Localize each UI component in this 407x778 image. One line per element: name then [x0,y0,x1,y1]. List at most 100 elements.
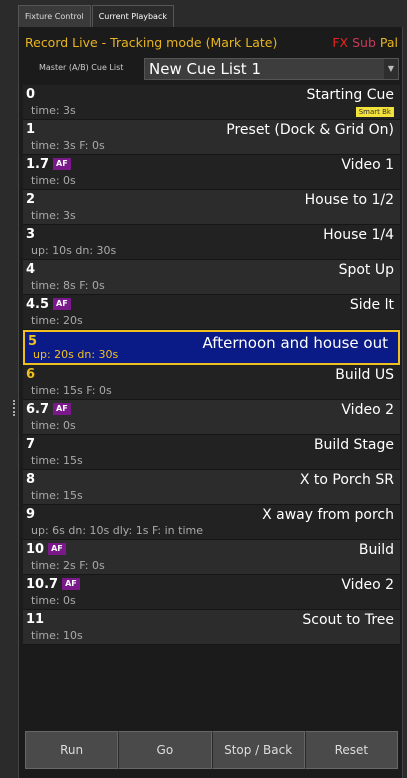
cue-row[interactable]: 9 X away from porch up: 6s dn: 10s dly: 1s… [23,505,400,540]
cue-row[interactable]: 10.7 AF Video 2 time: 0s [23,575,400,610]
cue-time: time: 0s [31,594,76,607]
cue-number-text: 6 [26,367,36,382]
flag-sub: Sub [352,35,376,50]
cue-time: time: 10s [31,629,83,642]
cue-number: 5 [28,334,37,349]
cue-number-text: 5 [28,334,38,349]
cue-list: 0 Starting Cue time: 3s Smart Bk 1 Preset (Do… [23,85,400,645]
cuelist-row: Master (A/B) Cue List New Cue List 1 ▼ [19,57,404,81]
cuelist-dropdown[interactable]: New Cue List 1 ▼ [144,58,399,80]
cue-number: 4 [26,262,35,277]
cue-number-text: 4.5 [26,297,50,312]
cue-time: up: 20s dn: 30s [33,348,119,361]
cue-time: time: 15s [31,454,83,467]
playback-button-bar: Run Go Stop / Back Reset [25,731,398,769]
playback-panel: Record Live - Tracking mode (Mark Late) … [18,27,403,778]
cue-row[interactable]: 6.7 AF Video 2 time: 0s [23,400,400,435]
cue-row[interactable]: 6 Build US time: 15s F: 0s [23,365,400,400]
af-badge: AF [48,543,66,555]
cue-name: House 1/4 [323,227,394,243]
cue-row[interactable]: 11 Scout to Tree time: 10s [23,610,400,645]
cue-number-text: 3 [26,227,36,242]
cue-number-text: 8 [26,472,36,487]
cue-row[interactable]: 2 House to 1/2 time: 3s [23,190,400,225]
cue-number-text: 0 [26,87,36,102]
af-badge: AF [53,403,71,415]
cue-row[interactable]: 0 Starting Cue time: 3s Smart Bk [23,85,400,120]
af-badge: AF [62,578,80,590]
cue-row[interactable]: 4.5 AF Side lt time: 20s [23,295,400,330]
cue-number: 6 [26,367,35,382]
cuelist-label: Master (A/B) Cue List [39,63,124,72]
cue-name: Build Stage [313,437,394,453]
go-button[interactable]: Go [118,731,212,769]
cue-number: 10.7 AF [26,577,80,592]
cue-number: 2 [26,192,35,207]
cue-number: 11 [26,612,44,627]
cue-number: 8 [26,472,35,487]
status-row: Record Live - Tracking mode (Mark Late) … [19,35,404,53]
cue-time: time: 0s [31,174,76,187]
cue-number-text: 1 [26,122,36,137]
cue-number-text: 9 [26,507,36,522]
cue-row[interactable]: 10 AF Build time: 2s F: 0s [23,540,400,575]
cue-row[interactable]: 1 Preset (Dock & Grid On) time: 3s F: 0s [23,120,400,155]
cue-time: time: 8s F: 0s [31,279,105,292]
cue-name: Preset (Dock & Grid On) [226,122,394,138]
record-mode-status: Record Live - Tracking mode (Mark Late) [25,35,278,50]
cue-time: time: 15s [31,489,83,502]
af-badge: AF [53,298,71,310]
cue-name: Video 2 [341,577,394,593]
cue-name: X away from porch [262,507,394,523]
cue-time: up: 6s dn: 10s dly: 1s F: in time [31,524,203,537]
cue-row[interactable]: 4 Spot Up time: 8s F: 0s [23,260,400,295]
splitter-handle[interactable] [13,400,15,416]
cue-number: 6.7 AF [26,402,71,417]
cue-number-text: 2 [26,192,36,207]
cue-row-current[interactable]: 5 Afternoon and house out up: 20s dn: 30s [23,330,400,365]
cue-name: Scout to Tree [302,612,394,628]
cue-name: Spot Up [338,262,394,278]
reset-button[interactable]: Reset [304,731,398,769]
cue-number: 7 [26,437,35,452]
run-button[interactable]: Run [25,731,119,769]
cue-number: 4.5 AF [26,297,71,312]
tab-fixture-control[interactable]: Fixture Control [18,5,91,27]
cue-name: X to Porch SR [299,472,394,488]
cue-name: Build US [335,367,394,383]
cue-number: 1.7 AF [26,157,71,172]
cue-name: Afternoon and house out [202,334,388,352]
cue-name: Build [358,542,394,558]
cue-number-text: 4 [26,262,36,277]
cue-name: Side lt [349,297,394,313]
cue-name: Starting Cue [306,87,394,103]
cue-number-text: 11 [26,612,45,627]
cue-time: time: 3s F: 0s [31,139,105,152]
fx-flags: FX Sub Pal [332,35,398,50]
cuelist-value: New Cue List 1 [149,60,261,78]
cue-number: 1 [26,122,35,137]
tab-strip: Fixture Control Current Playback [18,5,175,27]
cue-row[interactable]: 8 X to Porch SR time: 15s [23,470,400,505]
af-badge: AF [53,158,71,170]
cue-name: Video 1 [341,157,394,173]
cue-row[interactable]: 7 Build Stage time: 15s [23,435,400,470]
cue-number-text: 10.7 [26,577,59,592]
stop-back-button[interactable]: Stop / Back [211,731,305,769]
cue-row[interactable]: 1.7 AF Video 1 time: 0s [23,155,400,190]
cue-time: time: 20s [31,314,83,327]
chevron-down-icon[interactable]: ▼ [384,59,398,79]
cue-number-text: 10 [26,542,45,557]
cue-number: 3 [26,227,35,242]
cue-number-text: 1.7 [26,157,50,172]
smart-bk-badge: Smart Bk [355,107,394,117]
cue-time: time: 3s [31,209,76,222]
cue-row[interactable]: 3 House 1/4 up: 10s dn: 30s [23,225,400,260]
flag-pal: Pal [379,35,398,50]
cue-number: 10 AF [26,542,66,557]
cue-number: 9 [26,507,35,522]
cue-time: time: 15s F: 0s [31,384,112,397]
cue-time: time: 0s [31,419,76,432]
tab-current-playback[interactable]: Current Playback [91,5,174,27]
cue-time: up: 10s dn: 30s [31,244,117,257]
